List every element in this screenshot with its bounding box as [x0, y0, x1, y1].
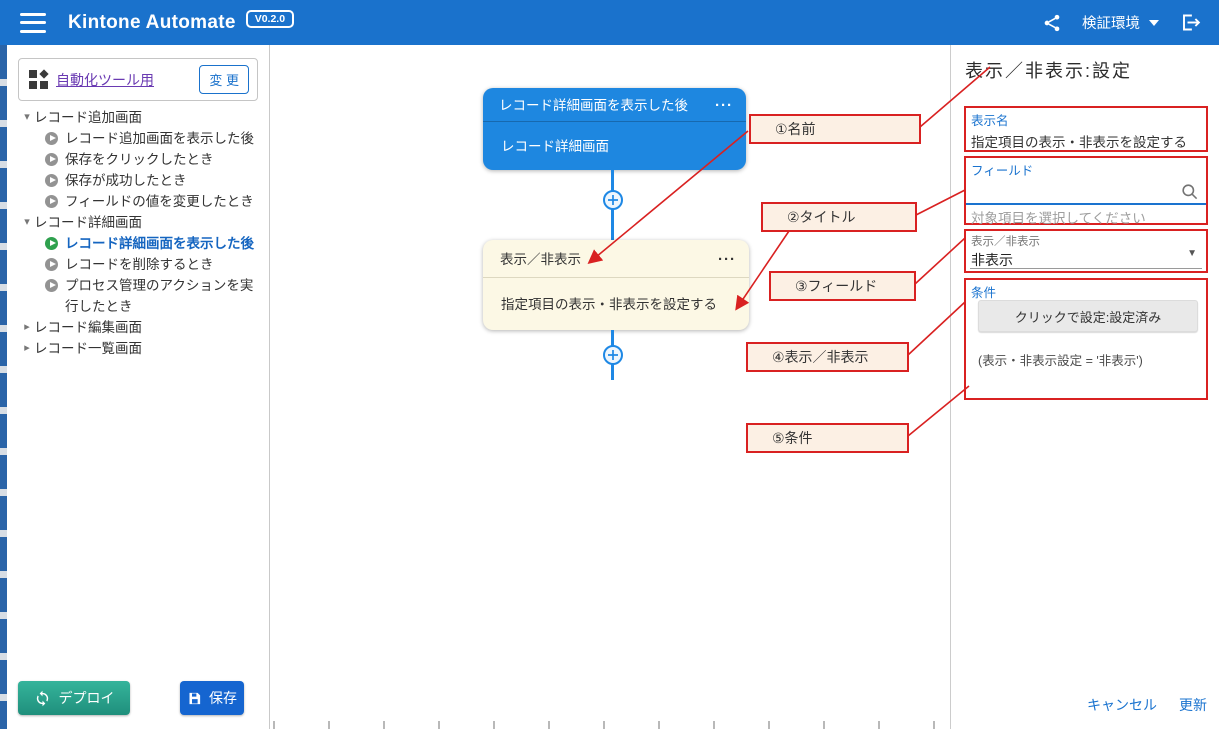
tree-item[interactable]: プロセス管理のアクションを実行したとき	[7, 275, 269, 317]
field-select[interactable]: フィールド 対象項目を選択してください	[964, 156, 1208, 225]
app-selector: 自動化ツール用 変 更	[18, 58, 258, 101]
add-step-button[interactable]	[601, 188, 625, 212]
input-underline	[966, 203, 1206, 205]
annotation-condition: ⑤条件	[746, 423, 909, 453]
caret-right-icon[interactable]: ▸	[20, 317, 34, 338]
sidebar-footer: デプロイ 保存	[7, 681, 269, 715]
tree-group-record-detail[interactable]: ▾ レコード詳細画面	[7, 212, 269, 233]
annotation-title: ②タイトル	[761, 202, 917, 232]
action-node[interactable]: 表示／非表示 ··· 指定項目の表示・非表示を設定する	[483, 240, 749, 330]
sidebar: 自動化ツール用 変 更 ▾ レコード追加画面 レコード追加画面を表示した後 保存…	[7, 45, 270, 729]
add-step-button[interactable]	[601, 343, 625, 367]
annotation-field: ③フィールド	[769, 271, 916, 301]
condition-set-button[interactable]: クリックで設定:設定済み	[978, 300, 1198, 332]
floppy-icon	[187, 691, 202, 706]
logout-icon[interactable]	[1179, 12, 1203, 33]
tree-item[interactable]: 保存をクリックしたとき	[7, 149, 269, 170]
tree-item[interactable]: レコードを削除するとき	[7, 254, 269, 275]
display-name-label: 表示名	[966, 108, 1206, 129]
tree-item[interactable]: レコード追加画面を表示した後	[7, 128, 269, 149]
left-edge-scrollbar	[0, 45, 7, 729]
panel-footer: キャンセル 更新	[1087, 695, 1207, 715]
annotation-visibility: ④表示／非表示	[746, 342, 909, 372]
condition-section: 条件 クリックで設定:設定済み (表示・非表示設定 = '非表示')	[964, 278, 1208, 400]
tree-item[interactable]: フィールドの値を変更したとき	[7, 191, 269, 212]
tree-item[interactable]: 保存が成功したとき	[7, 170, 269, 191]
caret-down-icon[interactable]: ▾	[20, 212, 34, 233]
app-icon	[29, 70, 48, 89]
top-app-bar: Kintone Automate V0.2.0 検証環境	[0, 0, 1219, 45]
update-link[interactable]: 更新	[1179, 695, 1207, 715]
event-icon-active	[45, 237, 58, 250]
save-button[interactable]: 保存	[180, 681, 244, 715]
event-icon	[45, 258, 58, 271]
deploy-button[interactable]: デプロイ	[18, 681, 130, 715]
environment-switcher[interactable]: 検証環境	[1082, 12, 1159, 33]
dropdown-caret-icon[interactable]: ▼	[1187, 248, 1197, 259]
visibility-label: 表示／非表示	[966, 231, 1206, 249]
tree-group-record-add[interactable]: ▾ レコード追加画面	[7, 107, 269, 128]
tree-item-selected[interactable]: レコード詳細画面を表示した後	[7, 233, 269, 254]
event-tree: ▾ レコード追加画面 レコード追加画面を表示した後 保存をクリックしたとき 保存…	[7, 107, 269, 359]
tree-group-record-list[interactable]: ▸ レコード一覧画面	[7, 338, 269, 359]
event-icon	[45, 279, 58, 292]
display-name-field[interactable]: 表示名 指定項目の表示・非表示を設定する	[964, 106, 1208, 152]
share-icon[interactable]	[1042, 13, 1062, 33]
event-icon	[45, 174, 58, 187]
trigger-node[interactable]: レコード詳細画面を表示した後 ··· レコード詳細画面	[483, 88, 746, 170]
change-app-button[interactable]: 変 更	[199, 65, 249, 94]
annotation-name: ①名前	[749, 114, 921, 144]
app-title: Kintone Automate	[68, 12, 236, 34]
input-underline	[970, 268, 1202, 269]
display-name-value[interactable]: 指定項目の表示・非表示を設定する	[966, 129, 1206, 151]
tree-group-record-edit[interactable]: ▸ レコード編集画面	[7, 317, 269, 338]
sync-icon	[34, 690, 51, 707]
event-icon	[45, 132, 58, 145]
trigger-node-body[interactable]: レコード詳細画面	[483, 122, 746, 169]
app-link[interactable]: 自動化ツール用	[56, 70, 154, 90]
cancel-link[interactable]: キャンセル	[1087, 695, 1157, 715]
panel-title: 表示／非表示:設定	[965, 57, 1132, 83]
menu-icon[interactable]	[20, 13, 46, 33]
environment-label: 検証環境	[1082, 12, 1140, 33]
flow-canvas: レコード詳細画面を表示した後 ··· レコード詳細画面 表示／非表示 ··· 指…	[271, 45, 950, 729]
visibility-value[interactable]: 非表示	[966, 249, 1206, 270]
event-icon	[45, 195, 58, 208]
settings-panel: 表示／非表示:設定 表示名 指定項目の表示・非表示を設定する フィールド 対象項…	[950, 45, 1219, 729]
visibility-dropdown[interactable]: 表示／非表示 非表示 ▼	[964, 229, 1208, 273]
field-placeholder: 対象項目を選択してください	[971, 207, 1146, 227]
action-node-body[interactable]: 指定項目の表示・非表示を設定する	[483, 278, 749, 329]
chevron-down-icon	[1149, 20, 1159, 26]
event-icon	[45, 153, 58, 166]
action-node-header[interactable]: 表示／非表示 ···	[483, 240, 749, 278]
version-badge: V0.2.0	[246, 10, 294, 28]
field-label: フィールド	[966, 158, 1206, 179]
condition-expression: (表示・非表示設定 = '非表示')	[978, 350, 1143, 369]
trigger-node-header[interactable]: レコード詳細画面を表示した後 ···	[483, 88, 746, 122]
condition-label: 条件	[966, 280, 1206, 301]
caret-down-icon[interactable]: ▾	[20, 107, 34, 128]
caret-right-icon[interactable]: ▸	[20, 338, 34, 359]
node-menu-icon[interactable]: ···	[715, 88, 733, 124]
node-menu-icon[interactable]: ···	[718, 240, 736, 280]
